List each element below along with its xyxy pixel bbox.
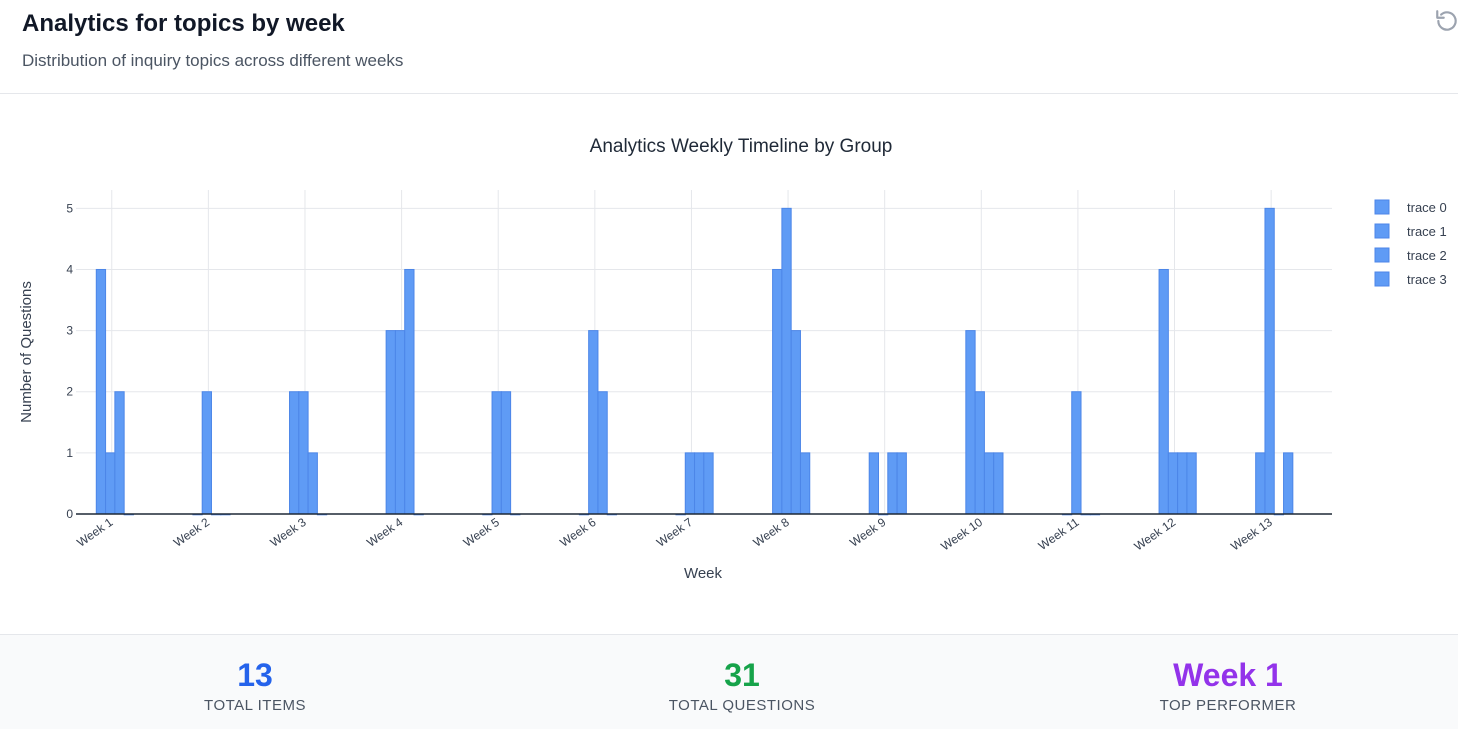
bar-trace-3 (896, 452, 907, 515)
bar-trace-1 (684, 452, 696, 515)
bar-trace-1 (298, 391, 309, 515)
bar-trace-1 (1167, 452, 1179, 515)
y-axis-label: Number of Questions (18, 281, 35, 423)
stat-total-questions-value: 31 (724, 657, 760, 693)
legend-label: trace 2 (1407, 248, 1447, 263)
bar-trace-0 (289, 391, 300, 515)
stat-total-items-value: 13 (237, 657, 273, 693)
bar-trace-1 (201, 391, 212, 515)
page-header: Analytics for topics by week Distributio… (0, 0, 1458, 94)
stat-total-items: 13 TOTAL ITEMS (135, 655, 375, 714)
y-tick-label: 2 (66, 385, 73, 399)
x-tick-label: Week 5 (461, 515, 502, 550)
x-tick-label: Week 2 (171, 515, 212, 550)
stat-top-performer-label: TOP PERFORMER (1159, 697, 1297, 714)
bar-trace-1 (1071, 391, 1082, 515)
y-tick-label: 1 (66, 446, 73, 460)
bar-trace-1 (781, 207, 792, 515)
bar-trace-0 (1255, 452, 1266, 515)
x-tick-label: Week 3 (268, 515, 309, 550)
bar-trace-1 (394, 330, 406, 515)
x-tick-label: Week 13 (1228, 515, 1275, 554)
bar-trace-0 (965, 330, 976, 515)
bar-trace-1 (105, 452, 116, 515)
legend-swatch (1374, 271, 1390, 287)
x-tick-label: Week 8 (751, 515, 792, 550)
bar-trace-1 (491, 391, 502, 515)
stat-total-items-label: TOTAL ITEMS (204, 697, 306, 714)
x-tick-label: Week 9 (847, 515, 888, 550)
x-tick-label: Week 1 (74, 515, 115, 550)
x-tick-label: Week 11 (1036, 515, 1082, 553)
stat-total-questions-label: TOTAL QUESTIONS (668, 697, 816, 714)
y-tick-label: 3 (66, 324, 73, 338)
x-tick-label: Week 10 (938, 515, 985, 554)
bar-trace-1 (1264, 207, 1275, 515)
legend-label: trace 0 (1407, 200, 1447, 215)
bar-trace-0 (1158, 268, 1169, 515)
x-tick-label: Week 12 (1132, 515, 1179, 554)
y-tick-label: 4 (66, 262, 73, 276)
legend-label: trace 1 (1407, 224, 1447, 239)
stat-total-questions: 31 TOTAL QUESTIONS (622, 655, 862, 714)
bar-trace-3 (799, 452, 811, 515)
x-tick-label: Week 4 (364, 515, 405, 550)
bar-trace-3 (993, 452, 1004, 515)
bar-trace-3 (1283, 452, 1294, 515)
refresh-icon[interactable] (1434, 8, 1458, 34)
stats-footer: 13 TOTAL ITEMS 31 TOTAL QUESTIONS Week 1… (0, 634, 1458, 729)
bar-trace-2 (790, 330, 801, 515)
bar-trace-2 (114, 391, 125, 515)
weekly-timeline-chart: Analytics Weekly Timeline by Group 0 1 2 3 4 5… (18, 136, 1447, 582)
bar-trace-0 (868, 452, 880, 515)
bar-trace-2 (887, 452, 898, 515)
bar-trace-3 (703, 452, 714, 515)
stat-top-performer-value: Week 1 (1173, 657, 1283, 693)
bar-trace-3 (1186, 452, 1197, 515)
bar-trace-2 (983, 452, 995, 515)
stat-top-performer: Week 1 TOP PERFORMER (1108, 655, 1348, 714)
y-tick-label: 5 (66, 201, 73, 215)
x-tick-label: Week 7 (654, 515, 695, 550)
x-axis-label: Week (684, 565, 723, 582)
bar-trace-2 (307, 452, 318, 515)
bar-trace-2 (404, 268, 415, 515)
bar-trace-0 (772, 268, 783, 515)
page-subtitle: Distribution of inquiry topics across di… (22, 51, 404, 70)
bar-trace-2 (1177, 452, 1188, 515)
page-title: Analytics for topics by week (22, 10, 345, 37)
chart-container: Analytics Weekly Timeline by Group 0 1 2 3 4 5… (0, 94, 1458, 634)
bar-trace-0 (385, 330, 396, 515)
legend-swatch (1374, 223, 1390, 239)
bar-trace-2 (694, 452, 705, 515)
bar-trace-2 (597, 391, 608, 515)
chart-title: Analytics Weekly Timeline by Group (590, 136, 893, 157)
bar-trace-2 (500, 391, 512, 515)
bar-trace-1 (974, 391, 985, 515)
x-tick-label: Week 6 (557, 515, 598, 550)
bar-trace-0 (95, 268, 107, 515)
legend-label: trace 3 (1407, 272, 1447, 287)
legend-swatch (1374, 247, 1390, 263)
bar-trace-1 (588, 330, 599, 515)
legend-swatch (1374, 199, 1390, 215)
y-tick-label: 0 (66, 507, 73, 521)
